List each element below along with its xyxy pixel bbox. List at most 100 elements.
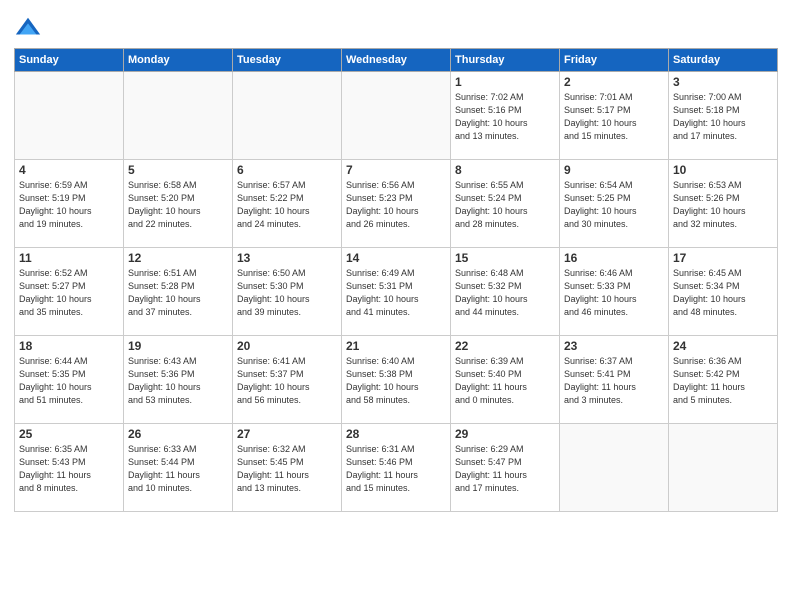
day-number: 8: [455, 163, 555, 177]
day-number: 27: [237, 427, 337, 441]
day-info: Sunrise: 6:52 AM Sunset: 5:27 PM Dayligh…: [19, 267, 119, 319]
calendar-cell: 15 Sunrise: 6:48 AM Sunset: 5:32 PM Dayli…: [451, 248, 560, 336]
calendar-table: SundayMondayTuesdayWednesdayThursdayFrid…: [14, 48, 778, 512]
calendar-cell: 10 Sunrise: 6:53 AM Sunset: 5:26 PM Dayli…: [669, 160, 778, 248]
day-number: 18: [19, 339, 119, 353]
day-info: Sunrise: 6:49 AM Sunset: 5:31 PM Dayligh…: [346, 267, 446, 319]
day-info: Sunrise: 6:37 AM Sunset: 5:41 PM Dayligh…: [564, 355, 664, 407]
day-info: Sunrise: 6:39 AM Sunset: 5:40 PM Dayligh…: [455, 355, 555, 407]
day-info: Sunrise: 6:54 AM Sunset: 5:25 PM Dayligh…: [564, 179, 664, 231]
calendar-cell: [15, 72, 124, 160]
day-info: Sunrise: 6:51 AM Sunset: 5:28 PM Dayligh…: [128, 267, 228, 319]
day-number: 26: [128, 427, 228, 441]
day-info: Sunrise: 6:46 AM Sunset: 5:33 PM Dayligh…: [564, 267, 664, 319]
col-header-monday: Monday: [124, 49, 233, 72]
calendar-cell: [233, 72, 342, 160]
calendar-cell: 27 Sunrise: 6:32 AM Sunset: 5:45 PM Dayli…: [233, 424, 342, 512]
col-header-sunday: Sunday: [15, 49, 124, 72]
day-info: Sunrise: 6:57 AM Sunset: 5:22 PM Dayligh…: [237, 179, 337, 231]
day-info: Sunrise: 6:45 AM Sunset: 5:34 PM Dayligh…: [673, 267, 773, 319]
col-header-friday: Friday: [560, 49, 669, 72]
calendar-cell: 1 Sunrise: 7:02 AM Sunset: 5:16 PM Daylig…: [451, 72, 560, 160]
col-header-wednesday: Wednesday: [342, 49, 451, 72]
day-info: Sunrise: 6:56 AM Sunset: 5:23 PM Dayligh…: [346, 179, 446, 231]
day-number: 28: [346, 427, 446, 441]
day-number: 17: [673, 251, 773, 265]
calendar-cell: 8 Sunrise: 6:55 AM Sunset: 5:24 PM Daylig…: [451, 160, 560, 248]
day-number: 22: [455, 339, 555, 353]
calendar-cell: 6 Sunrise: 6:57 AM Sunset: 5:22 PM Daylig…: [233, 160, 342, 248]
logo: [14, 14, 46, 42]
calendar-cell: 9 Sunrise: 6:54 AM Sunset: 5:25 PM Daylig…: [560, 160, 669, 248]
calendar-cell: 7Sunrise: 6:56 AM Sunset: 5:23 PM Daylig…: [342, 160, 451, 248]
calendar-cell: 12 Sunrise: 6:51 AM Sunset: 5:28 PM Dayli…: [124, 248, 233, 336]
day-info: Sunrise: 6:44 AM Sunset: 5:35 PM Dayligh…: [19, 355, 119, 407]
calendar-cell: 17 Sunrise: 6:45 AM Sunset: 5:34 PM Dayli…: [669, 248, 778, 336]
day-number: 4: [19, 163, 119, 177]
day-number: 10: [673, 163, 773, 177]
calendar-cell: 24 Sunrise: 6:36 AM Sunset: 5:42 PM Dayli…: [669, 336, 778, 424]
day-info: Sunrise: 7:00 AM Sunset: 5:18 PM Dayligh…: [673, 91, 773, 143]
day-number: 12: [128, 251, 228, 265]
calendar-cell: 16Sunrise: 6:46 AM Sunset: 5:33 PM Dayli…: [560, 248, 669, 336]
day-number: 15: [455, 251, 555, 265]
page-container: SundayMondayTuesdayWednesdayThursdayFrid…: [0, 0, 792, 520]
col-header-saturday: Saturday: [669, 49, 778, 72]
calendar-cell: 13 Sunrise: 6:50 AM Sunset: 5:30 PM Dayli…: [233, 248, 342, 336]
calendar-header-row: SundayMondayTuesdayWednesdayThursdayFrid…: [15, 49, 778, 72]
calendar-cell: [669, 424, 778, 512]
day-info: Sunrise: 6:58 AM Sunset: 5:20 PM Dayligh…: [128, 179, 228, 231]
calendar-cell: 21 Sunrise: 6:40 AM Sunset: 5:38 PM Dayli…: [342, 336, 451, 424]
calendar-week-3: 11 Sunrise: 6:52 AM Sunset: 5:27 PM Dayli…: [15, 248, 778, 336]
day-info: Sunrise: 7:02 AM Sunset: 5:16 PM Dayligh…: [455, 91, 555, 143]
day-number: 5: [128, 163, 228, 177]
day-number: 24: [673, 339, 773, 353]
calendar-week-4: 18 Sunrise: 6:44 AM Sunset: 5:35 PM Dayli…: [15, 336, 778, 424]
day-info: Sunrise: 6:48 AM Sunset: 5:32 PM Dayligh…: [455, 267, 555, 319]
day-number: 9: [564, 163, 664, 177]
calendar-cell: 14Sunrise: 6:49 AM Sunset: 5:31 PM Dayli…: [342, 248, 451, 336]
day-number: 23: [564, 339, 664, 353]
day-info: Sunrise: 6:41 AM Sunset: 5:37 PM Dayligh…: [237, 355, 337, 407]
calendar-cell: 5 Sunrise: 6:58 AM Sunset: 5:20 PM Daylig…: [124, 160, 233, 248]
calendar-week-5: 25 Sunrise: 6:35 AM Sunset: 5:43 PM Dayli…: [15, 424, 778, 512]
day-info: Sunrise: 6:32 AM Sunset: 5:45 PM Dayligh…: [237, 443, 337, 495]
calendar-cell: 20Sunrise: 6:41 AM Sunset: 5:37 PM Dayli…: [233, 336, 342, 424]
day-number: 29: [455, 427, 555, 441]
calendar-cell: 2 Sunrise: 7:01 AM Sunset: 5:17 PM Daylig…: [560, 72, 669, 160]
calendar-cell: [342, 72, 451, 160]
header-row: [14, 10, 778, 42]
calendar-week-2: 4 Sunrise: 6:59 AM Sunset: 5:19 PM Daylig…: [15, 160, 778, 248]
day-number: 11: [19, 251, 119, 265]
day-info: Sunrise: 7:01 AM Sunset: 5:17 PM Dayligh…: [564, 91, 664, 143]
calendar-cell: 3Sunrise: 7:00 AM Sunset: 5:18 PM Daylig…: [669, 72, 778, 160]
calendar-cell: 19 Sunrise: 6:43 AM Sunset: 5:36 PM Dayli…: [124, 336, 233, 424]
day-number: 2: [564, 75, 664, 89]
day-info: Sunrise: 6:59 AM Sunset: 5:19 PM Dayligh…: [19, 179, 119, 231]
calendar-cell: 23 Sunrise: 6:37 AM Sunset: 5:41 PM Dayli…: [560, 336, 669, 424]
calendar-cell: 11 Sunrise: 6:52 AM Sunset: 5:27 PM Dayli…: [15, 248, 124, 336]
calendar-cell: [560, 424, 669, 512]
calendar-cell: 28Sunrise: 6:31 AM Sunset: 5:46 PM Dayli…: [342, 424, 451, 512]
day-info: Sunrise: 6:33 AM Sunset: 5:44 PM Dayligh…: [128, 443, 228, 495]
day-info: Sunrise: 6:50 AM Sunset: 5:30 PM Dayligh…: [237, 267, 337, 319]
calendar-cell: 22 Sunrise: 6:39 AM Sunset: 5:40 PM Dayli…: [451, 336, 560, 424]
day-info: Sunrise: 6:53 AM Sunset: 5:26 PM Dayligh…: [673, 179, 773, 231]
day-number: 13: [237, 251, 337, 265]
day-number: 19: [128, 339, 228, 353]
calendar-week-1: 1 Sunrise: 7:02 AM Sunset: 5:16 PM Daylig…: [15, 72, 778, 160]
day-number: 25: [19, 427, 119, 441]
day-number: 1: [455, 75, 555, 89]
day-info: Sunrise: 6:36 AM Sunset: 5:42 PM Dayligh…: [673, 355, 773, 407]
calendar-cell: 25 Sunrise: 6:35 AM Sunset: 5:43 PM Dayli…: [15, 424, 124, 512]
day-info: Sunrise: 6:29 AM Sunset: 5:47 PM Dayligh…: [455, 443, 555, 495]
day-info: Sunrise: 6:43 AM Sunset: 5:36 PM Dayligh…: [128, 355, 228, 407]
day-number: 21: [346, 339, 446, 353]
calendar-cell: 26 Sunrise: 6:33 AM Sunset: 5:44 PM Dayli…: [124, 424, 233, 512]
day-info: Sunrise: 6:35 AM Sunset: 5:43 PM Dayligh…: [19, 443, 119, 495]
calendar-cell: [124, 72, 233, 160]
day-number: 6: [237, 163, 337, 177]
logo-icon: [14, 14, 42, 42]
day-info: Sunrise: 6:55 AM Sunset: 5:24 PM Dayligh…: [455, 179, 555, 231]
day-info: Sunrise: 6:40 AM Sunset: 5:38 PM Dayligh…: [346, 355, 446, 407]
